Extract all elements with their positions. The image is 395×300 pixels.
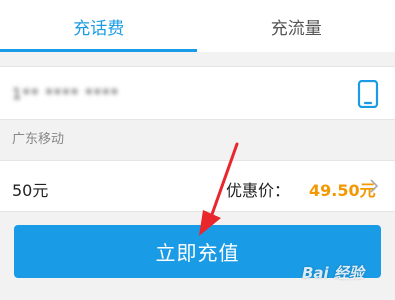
phone-number-value: 1** **** ****: [12, 85, 120, 103]
tab-recharge-credit-label: 充话费: [73, 18, 125, 39]
tab-recharge-data-label: 充流量: [270, 18, 322, 39]
chevron-right-icon[interactable]: [368, 178, 380, 194]
top-tab-bar: 充话费 充流量: [0, 0, 395, 52]
active-tab-indicator: [0, 49, 197, 52]
carrier-label: 广东移动: [12, 132, 65, 147]
tab-recharge-credit[interactable]: 充话费: [0, 0, 198, 52]
tab-recharge-data[interactable]: 充流量: [198, 0, 395, 52]
contacts-phone-icon[interactable]: [357, 80, 379, 108]
red-arrow-annotation: [199, 142, 239, 236]
phone-number-field[interactable]: 1** **** ****: [0, 66, 395, 120]
baidu-jingyan-watermark: Bai 经验: [302, 264, 364, 282]
discount-price-value: 49.50元: [309, 181, 376, 200]
recharge-amount: 50元: [12, 181, 49, 200]
